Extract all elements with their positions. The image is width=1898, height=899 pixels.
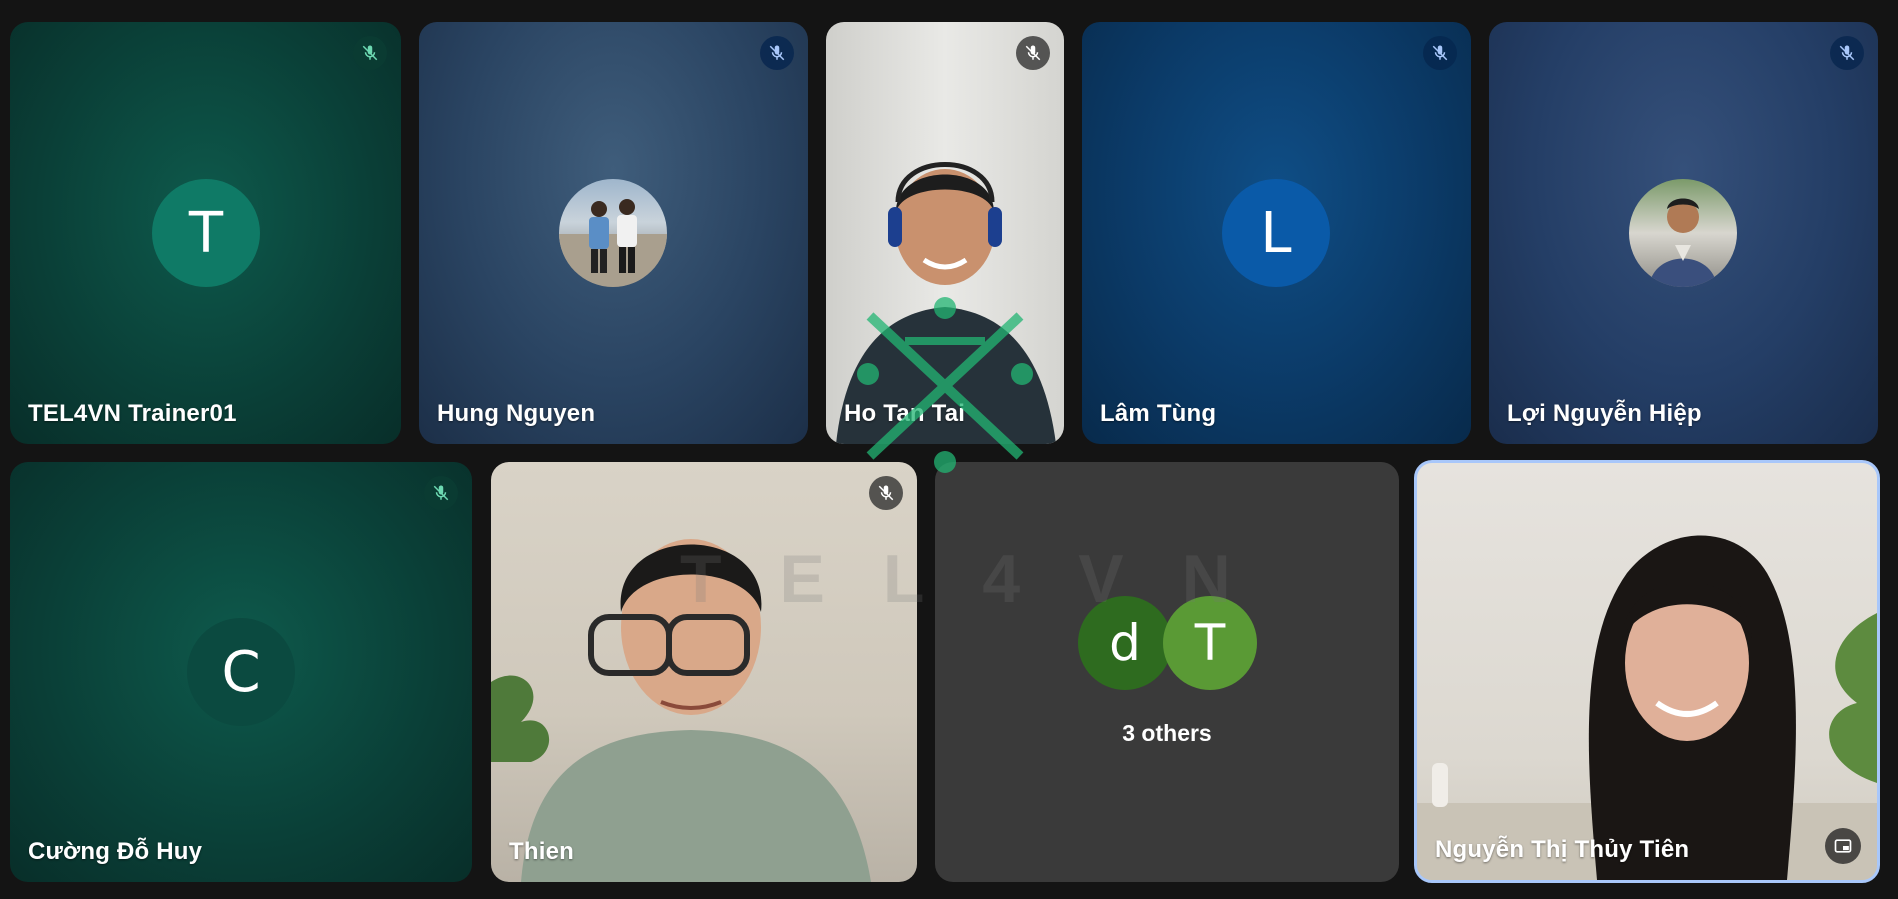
participant-tile-cuong-do-huy[interactable]: C Cường Đỗ Huy bbox=[10, 462, 472, 882]
mic-off-icon bbox=[1423, 36, 1457, 70]
participant-tile-tel4vn-trainer01[interactable]: T TEL4VN Trainer01 bbox=[10, 22, 401, 444]
participant-name: TEL4VN Trainer01 bbox=[28, 400, 237, 427]
mic-off-icon bbox=[1830, 36, 1864, 70]
camera-video-icon bbox=[1417, 535, 1877, 880]
mic-off-icon bbox=[1016, 36, 1050, 70]
participant-tile-lam-tung[interactable]: L Lâm Tùng bbox=[1082, 22, 1471, 444]
camera-video-icon bbox=[836, 162, 1056, 444]
person-photo-icon bbox=[559, 179, 667, 287]
participant-tile-nguyen-thi-thuy-tien[interactable]: Nguyễn Thị Thủy Tiên bbox=[1414, 460, 1880, 883]
participant-name: Thien bbox=[509, 838, 574, 865]
mic-off-icon bbox=[424, 476, 458, 510]
participant-tile-hung-nguyen[interactable]: Hung Nguyen bbox=[419, 22, 808, 444]
picture-in-picture-icon[interactable] bbox=[1825, 828, 1861, 864]
mic-off-icon bbox=[353, 36, 387, 70]
avatar: T bbox=[152, 179, 260, 287]
participant-name: Ho Tan Tai bbox=[844, 400, 966, 427]
participant-tile-loi-nguyen-hiep[interactable]: Lợi Nguyễn Hiệp bbox=[1489, 22, 1878, 444]
person-photo-icon bbox=[1629, 179, 1737, 287]
avatar: L bbox=[1222, 179, 1330, 287]
participant-name: Lợi Nguyễn Hiệp bbox=[1507, 400, 1702, 427]
others-tile[interactable]: d T 3 others bbox=[935, 462, 1399, 882]
participant-name: Nguyễn Thị Thủy Tiên bbox=[1435, 836, 1690, 863]
participant-tile-thien[interactable]: Thien bbox=[491, 462, 917, 882]
participant-name: Hung Nguyen bbox=[437, 400, 596, 427]
participant-name: Lâm Tùng bbox=[1100, 400, 1217, 427]
mic-off-icon bbox=[869, 476, 903, 510]
camera-video-icon bbox=[491, 539, 871, 882]
participant-name: Cường Đỗ Huy bbox=[28, 838, 203, 865]
participant-tile-ho-tan-tai[interactable]: Ho Tan Tai bbox=[826, 22, 1064, 444]
others-count-label: 3 others bbox=[1122, 720, 1212, 746]
avatar-others-2: T bbox=[1163, 596, 1257, 690]
mic-off-icon bbox=[760, 36, 794, 70]
avatar: C bbox=[187, 618, 295, 726]
avatar-others-1: d bbox=[1078, 596, 1172, 690]
